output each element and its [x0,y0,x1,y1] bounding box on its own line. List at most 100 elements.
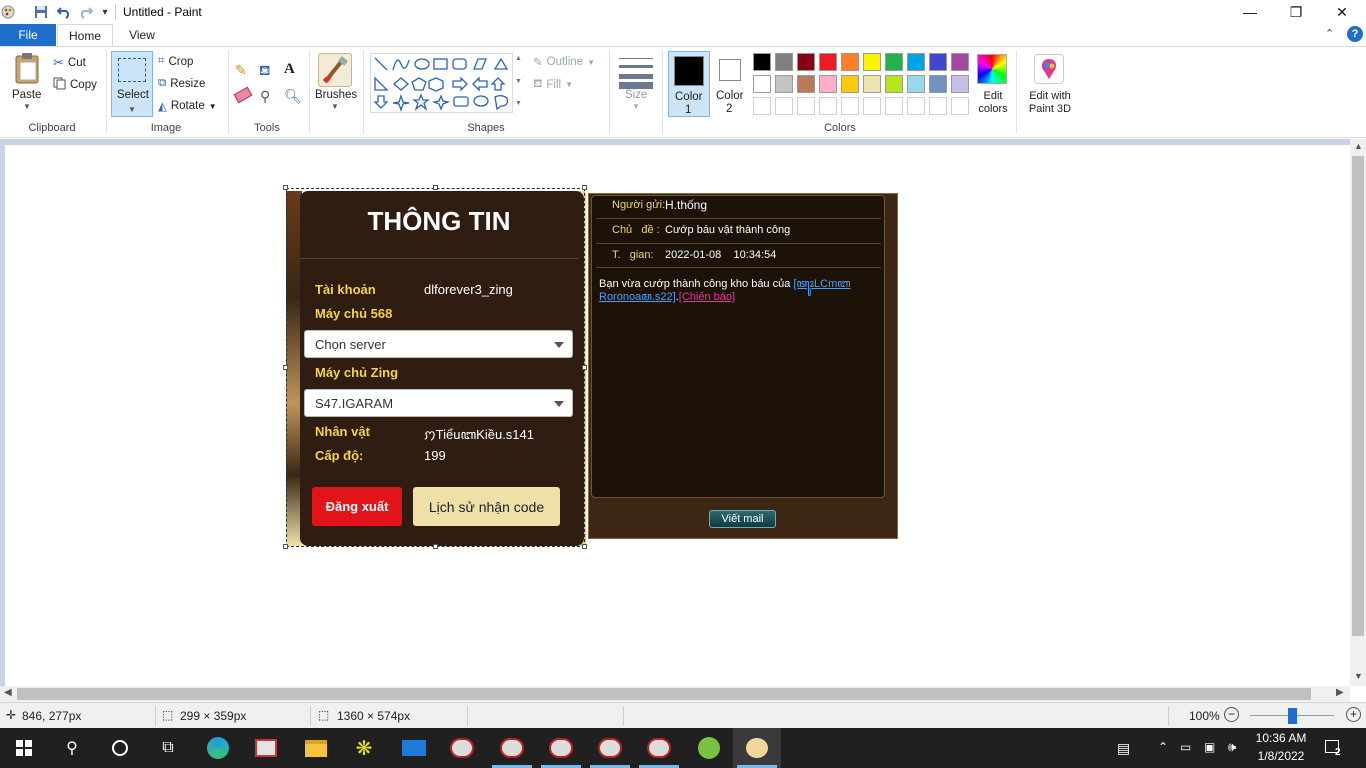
copy-button[interactable]: Copy [53,77,97,93]
shapes-gallery[interactable] [370,53,513,113]
restore-button[interactable]: ❐ [1273,0,1319,24]
search-icon[interactable]: ⚲ [48,728,96,768]
custom-color-slot[interactable] [775,97,793,115]
selection-handle[interactable] [582,365,587,370]
taskbar-date[interactable]: 1/8/2022 [1250,749,1312,763]
shapes-scroll-up-icon[interactable]: ▲ [515,55,522,62]
game-client-icon[interactable] [488,728,536,768]
news-icon[interactable]: ▤ [1117,740,1130,757]
resize-button[interactable]: ⧉ Resize [158,77,205,90]
palette-swatch[interactable] [797,53,815,71]
selection-handle[interactable] [283,365,288,370]
shapes-scroll-down-icon[interactable]: ▼ [515,78,522,85]
write-mail-button[interactable]: Viết mail [709,510,776,528]
edit-colors-icon[interactable] [977,54,1007,84]
palette-swatch[interactable] [775,75,793,93]
brushes-button[interactable] [318,53,352,87]
collapse-ribbon-icon[interactable]: ⌃ [1325,27,1334,40]
palette-swatch[interactable] [753,53,771,71]
palette-swatch[interactable] [775,53,793,71]
cortana-icon[interactable] [96,728,144,768]
palette-swatch[interactable] [863,75,881,93]
network-icon[interactable]: ▣ [1204,740,1215,754]
edit-paint3d-label[interactable]: Edit with Paint 3D [1025,90,1075,116]
custom-color-slot[interactable] [951,97,969,115]
tab-view[interactable]: View [116,24,168,46]
show-hidden-icons[interactable]: ⌃ [1158,740,1168,754]
custom-color-slot[interactable] [907,97,925,115]
selection-handle[interactable] [283,544,288,549]
rotate-button[interactable]: ◭ Rotate ▼ [158,99,217,113]
palette-swatch[interactable] [797,75,815,93]
game-client-icon[interactable] [537,728,585,768]
custom-color-slot[interactable] [929,97,947,115]
cut-button[interactable]: ✂ Cut [53,55,86,71]
tab-home[interactable]: Home [57,24,113,46]
horizontal-scrollbar[interactable]: ◀ ▶ [0,686,1350,702]
palette-swatch[interactable] [819,75,837,93]
battle-report-link[interactable]: [Chiến báo] [679,291,735,303]
palette-swatch[interactable] [819,53,837,71]
paint-taskbar-icon[interactable] [733,728,781,768]
game-client-icon[interactable] [438,728,486,768]
scroll-down-icon[interactable]: ▼ [1354,671,1363,681]
mail-player-link[interactable]: [ꦠꦸꦴLCmꦧ [793,278,850,290]
brushes-dropdown-icon[interactable]: ▼ [331,102,339,111]
crop-button[interactable]: ⌗ Crop [158,55,193,68]
selection-handle[interactable] [433,544,438,549]
mail-icon[interactable] [390,728,438,768]
pencil-icon[interactable]: ✎ [235,62,247,79]
palette-swatch[interactable] [929,75,947,93]
start-button[interactable] [0,728,48,768]
customize-quick-access-icon[interactable]: ▾ [97,4,113,20]
palette-swatch[interactable] [753,75,771,93]
magnifier-icon[interactable]: 🔍︎ [284,88,302,105]
undo-icon[interactable] [56,4,72,20]
palette-swatch[interactable] [907,75,925,93]
custom-color-slot[interactable] [841,97,859,115]
battery-icon[interactable]: ▭ [1180,740,1191,754]
app-icon[interactable]: ❋ [340,728,388,768]
scroll-up-icon[interactable]: ▲ [1354,141,1363,151]
mail-player-link-2[interactable]: Roronoaꦩ.s22] [599,291,676,303]
vertical-scrollbar[interactable]: ▲ ▼ [1350,139,1366,686]
selection-handle[interactable] [283,185,288,190]
color-picker-icon[interactable]: ⚲ [260,88,270,105]
outline-button[interactable]: ✎ Outline ▼ [533,55,595,69]
scroll-right-icon[interactable]: ▶ [1336,687,1344,698]
custom-color-slot[interactable] [797,97,815,115]
palette-swatch[interactable] [863,53,881,71]
fill-button[interactable]: ⛾ Fill ▼ [533,77,573,92]
fill-bucket-icon[interactable]: ⛾ [259,62,270,81]
text-tool-icon[interactable]: A [284,61,295,78]
zoom-slider-thumb[interactable] [1288,708,1297,724]
palette-swatch[interactable] [907,53,925,71]
edit-colors-label[interactable]: Edit colors [977,90,1009,116]
selection-handle[interactable] [582,185,587,190]
volume-icon[interactable]: 🕪︎ [1228,739,1236,755]
file-explorer-icon[interactable] [292,728,340,768]
select-dropdown-icon[interactable]: ▼ [128,105,136,114]
paint-app-icon[interactable] [0,4,16,20]
palette-swatch[interactable] [885,75,903,93]
selection-handle[interactable] [582,544,587,549]
shapes-expand-icon[interactable]: ▼ [515,100,522,107]
game-client-icon[interactable] [635,728,683,768]
custom-color-slot[interactable] [863,97,881,115]
palette-swatch[interactable] [885,53,903,71]
palette-swatch[interactable] [951,75,969,93]
palette-swatch[interactable] [841,75,859,93]
palette-swatch[interactable] [929,53,947,71]
tab-file[interactable]: File [0,24,56,46]
redo-icon[interactable] [78,4,94,20]
game-client-icon[interactable] [586,728,634,768]
horizontal-scroll-thumb[interactable] [17,688,1311,700]
help-icon[interactable]: ? [1347,26,1363,42]
paint3d-button[interactable] [1034,54,1064,84]
edge-icon[interactable] [194,728,242,768]
taskbar-time[interactable]: 10:36 AM [1250,731,1312,745]
paste-dropdown-icon[interactable]: ▼ [23,102,31,111]
color2-button[interactable]: Color 2 [712,51,750,117]
custom-color-slot[interactable] [885,97,903,115]
minimize-button[interactable]: — [1227,0,1273,24]
